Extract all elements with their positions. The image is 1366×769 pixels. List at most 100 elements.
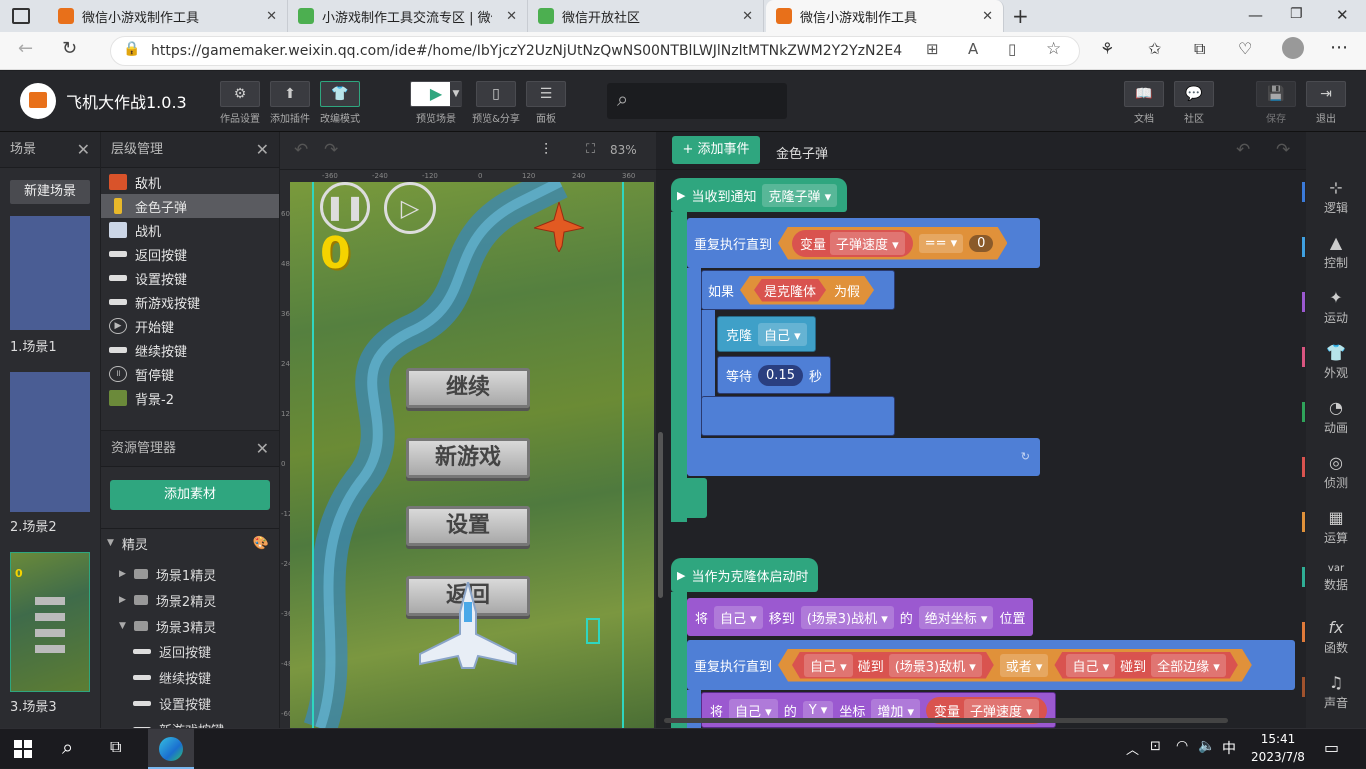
equals-operator-block[interactable]: 变量 子弹速度 ▾ == ▾ 0 [778, 227, 1007, 260]
category-sensing[interactable]: ◎ 侦测 [1302, 453, 1362, 491]
favorites-icon[interactable]: ✩ [1148, 39, 1161, 58]
refresh-icon[interactable]: ↻ [62, 38, 77, 59]
redo-icon[interactable]: ↷ [1276, 140, 1290, 160]
touch-condition-2[interactable]: 自己 ▾ 碰到 全部边缘 ▾ [1054, 652, 1237, 679]
logic-dropdown[interactable]: 或者 ▾ [1000, 654, 1049, 677]
move-to-block[interactable]: 将 自己 ▾ 移到 (场景3)战机 ▾ 的 绝对坐标 ▾ 位置 [687, 598, 1034, 636]
settings-button-sprite[interactable]: 设置 [406, 506, 530, 546]
project-settings-button[interactable]: ⚙ [220, 81, 260, 107]
folder-item[interactable]: ▶ 场景2精灵 [119, 587, 216, 613]
add-plugin-button[interactable]: ⬆ [270, 81, 310, 107]
touch-object-dropdown[interactable]: 自己 ▾ [804, 654, 853, 677]
network-icon[interactable]: ⊡ [1150, 739, 1161, 754]
collections-icon[interactable]: ⧉ [1194, 39, 1205, 59]
enemy-plane-sprite[interactable] [534, 202, 584, 252]
folder-item[interactable]: ▶ 场景1精灵 [119, 561, 216, 587]
or-operator-block[interactable]: 自己 ▾ 碰到 (场景3)敌机 ▾ 或者 ▾ 自己 ▾ 碰到 全部边缘 ▾ [778, 649, 1252, 682]
notification-icon[interactable]: ▭ [1324, 738, 1339, 757]
layer-item[interactable]: ॥ 暂停键 [101, 362, 279, 386]
scene-2-thumbnail[interactable] [10, 372, 90, 512]
layer-item[interactable]: 返回按键 [101, 242, 279, 266]
close-icon[interactable]: ✕ [256, 431, 269, 467]
asset-item[interactable]: 设置按键 [133, 690, 211, 716]
asset-item[interactable]: 继续按键 [133, 664, 211, 690]
close-icon[interactable]: ✕ [256, 132, 269, 168]
profile-avatar[interactable] [1282, 37, 1304, 59]
extensions-icon[interactable]: ⚘ [1100, 39, 1114, 58]
touch-target-dropdown[interactable]: (场景3)敌机 ▾ [889, 654, 982, 677]
browser-tab-4-active[interactable]: 微信小游戏制作工具 ✕ [766, 0, 1004, 32]
layer-item[interactable]: 新游戏按键 [101, 290, 279, 314]
apps-icon[interactable]: ⊞ [926, 40, 939, 58]
edge-taskbar-button[interactable] [148, 729, 194, 769]
category-animation[interactable]: ◔ 动画 [1302, 398, 1362, 436]
category-functions[interactable]: fx 函数 [1302, 618, 1362, 656]
variable-reporter[interactable]: 变量 子弹速度 ▾ [792, 230, 913, 257]
browser-tab-1[interactable]: 微信小游戏制作工具 ✕ [48, 0, 288, 32]
category-data[interactable]: var 数据 [1302, 563, 1362, 593]
category-control[interactable]: ▲ 控制 [1302, 233, 1362, 271]
redo-icon[interactable]: ↷ [324, 140, 338, 160]
touch-condition-1[interactable]: 自己 ▾ 碰到 (场景3)敌机 ▾ [792, 652, 994, 679]
close-tab-icon[interactable]: ✕ [742, 9, 753, 24]
save-button[interactable]: 💾 [1256, 81, 1296, 107]
add-event-button[interactable]: + 添加事件 [672, 136, 760, 164]
clock-time[interactable]: 15:41 [1250, 732, 1306, 746]
restore-icon[interactable]: ❐ [1290, 6, 1303, 22]
layer-item-selected[interactable]: 金色子弹 [101, 194, 279, 218]
clone-target-dropdown[interactable]: 自己 ▾ [758, 322, 807, 346]
clone-start-hat-block[interactable]: ▶ 当作为克隆体启动时 [671, 558, 819, 592]
is-false-condition[interactable]: 是克隆体 为假 [740, 276, 874, 305]
layer-item[interactable]: 背景-2 [101, 386, 279, 410]
preview-share-button[interactable]: ▯ [476, 81, 516, 107]
performance-icon[interactable]: ♡ [1238, 39, 1252, 58]
vertical-scrollbar[interactable] [658, 432, 663, 598]
chevron-down-icon[interactable]: ▼ [450, 82, 462, 106]
wait-block[interactable]: 等待 0.15 秒 [717, 356, 831, 394]
layer-item[interactable]: 战机 [101, 218, 279, 242]
browser-tab-2[interactable]: 小游戏制作工具交流专区 | 微信开 ✕ [288, 0, 528, 32]
wifi-icon[interactable]: ◠ [1176, 738, 1188, 754]
close-window-icon[interactable]: ✕ [1336, 6, 1349, 24]
new-game-button-sprite[interactable]: 新游戏 [406, 438, 530, 478]
asset-item[interactable]: 新游戏按键 [133, 716, 224, 728]
palette-icon[interactable]: 🎨 [253, 536, 269, 551]
horizontal-scrollbar[interactable] [664, 718, 1228, 723]
scene-3-thumbnail[interactable]: 0 [10, 552, 90, 692]
message-dropdown[interactable]: 克隆子弹 ▾ [762, 183, 838, 207]
adjust-icon[interactable]: ⫶ [544, 140, 548, 160]
reader-icon[interactable]: ▯ [1008, 40, 1016, 58]
folder-item[interactable]: ▼ 场景3精灵 [119, 613, 216, 639]
layer-item[interactable]: 设置按键 [101, 266, 279, 290]
search-icon[interactable]: ⌕ [62, 735, 73, 759]
ime-indicator[interactable]: 中 [1222, 738, 1236, 758]
clock-date[interactable]: 2023/7/8 [1244, 750, 1312, 764]
browser-tab-3[interactable]: 微信开放社区 ✕ [528, 0, 764, 32]
asset-item[interactable]: 返回按键 [133, 638, 211, 664]
game-stage-canvas[interactable]: ❚❚ ▷ 0 继续 新游戏 设置 返回 [290, 182, 654, 728]
operator-dropdown[interactable]: == ▾ [919, 234, 963, 253]
volume-icon[interactable]: 🔈 [1198, 738, 1215, 754]
variable-dropdown[interactable]: 子弹速度 ▾ [830, 232, 905, 255]
is-clone-condition[interactable]: 是克隆体 [754, 279, 826, 302]
layer-item[interactable]: 继续按键 [101, 338, 279, 362]
undo-icon[interactable]: ↶ [294, 140, 308, 160]
category-motion[interactable]: ✦ 运动 [1302, 288, 1362, 326]
close-tab-icon[interactable]: ✕ [982, 9, 993, 24]
layer-item[interactable]: ▶ 开始键 [101, 314, 279, 338]
community-button[interactable]: 💬 [1174, 81, 1214, 107]
more-icon[interactable]: ⋯ [1330, 37, 1348, 58]
new-tab-button[interactable]: + [1012, 4, 1029, 28]
category-operators[interactable]: ▦ 运算 [1302, 508, 1362, 546]
category-looks[interactable]: 👕 外观 [1302, 343, 1362, 381]
move-target-dropdown[interactable]: (场景3)战机 ▾ [800, 605, 894, 629]
fit-icon[interactable]: ⛶ [586, 142, 595, 157]
search-input[interactable]: ⌕ [607, 83, 787, 119]
category-sound[interactable]: ♫ 声音 [1302, 673, 1362, 711]
coord-type-dropdown[interactable]: 绝对坐标 ▾ [918, 605, 994, 629]
docs-button[interactable]: 📖 [1124, 81, 1164, 107]
panel-button[interactable]: ☰ [526, 81, 566, 107]
task-view-icon[interactable]: ⧉ [110, 737, 121, 757]
continue-button-sprite[interactable]: 继续 [406, 368, 530, 408]
pause-icon[interactable]: ❚❚ [320, 182, 370, 232]
